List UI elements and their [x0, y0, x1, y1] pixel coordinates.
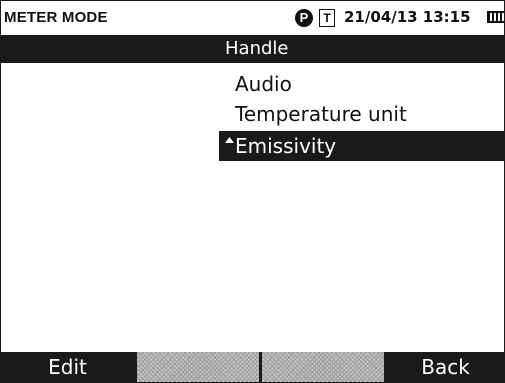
title-bar: Handle: [1, 36, 504, 63]
softkey-2[interactable]: [137, 352, 259, 382]
menu-item-label: Audio: [235, 72, 292, 96]
battery-icon: [487, 11, 504, 23]
menu-item-label: Emissivity: [235, 134, 337, 158]
softkey-bar: Edit Back: [1, 352, 504, 382]
softkey-label: Edit: [48, 355, 87, 379]
status-bar: METER MODE P T 21/04/13 13:15: [1, 1, 504, 36]
softkey-3[interactable]: [262, 352, 384, 382]
p-indicator-icon: P: [295, 9, 313, 27]
menu-item-label: Temperature unit: [235, 102, 407, 126]
caret-up-icon: [225, 137, 234, 143]
menu-item-emissivity[interactable]: Emissivity: [219, 131, 504, 161]
softkey-back[interactable]: Back: [387, 352, 504, 382]
softkey-edit[interactable]: Edit: [1, 352, 134, 382]
datetime-display: 21/04/13 13:15: [344, 8, 471, 26]
mode-label: METER MODE: [4, 9, 108, 26]
meter-screen: METER MODE P T 21/04/13 13:15 Handle Aud…: [0, 0, 505, 383]
page-title: Handle: [225, 38, 289, 59]
t-indicator-icon: T: [319, 9, 335, 27]
softkey-label: Back: [421, 355, 470, 379]
